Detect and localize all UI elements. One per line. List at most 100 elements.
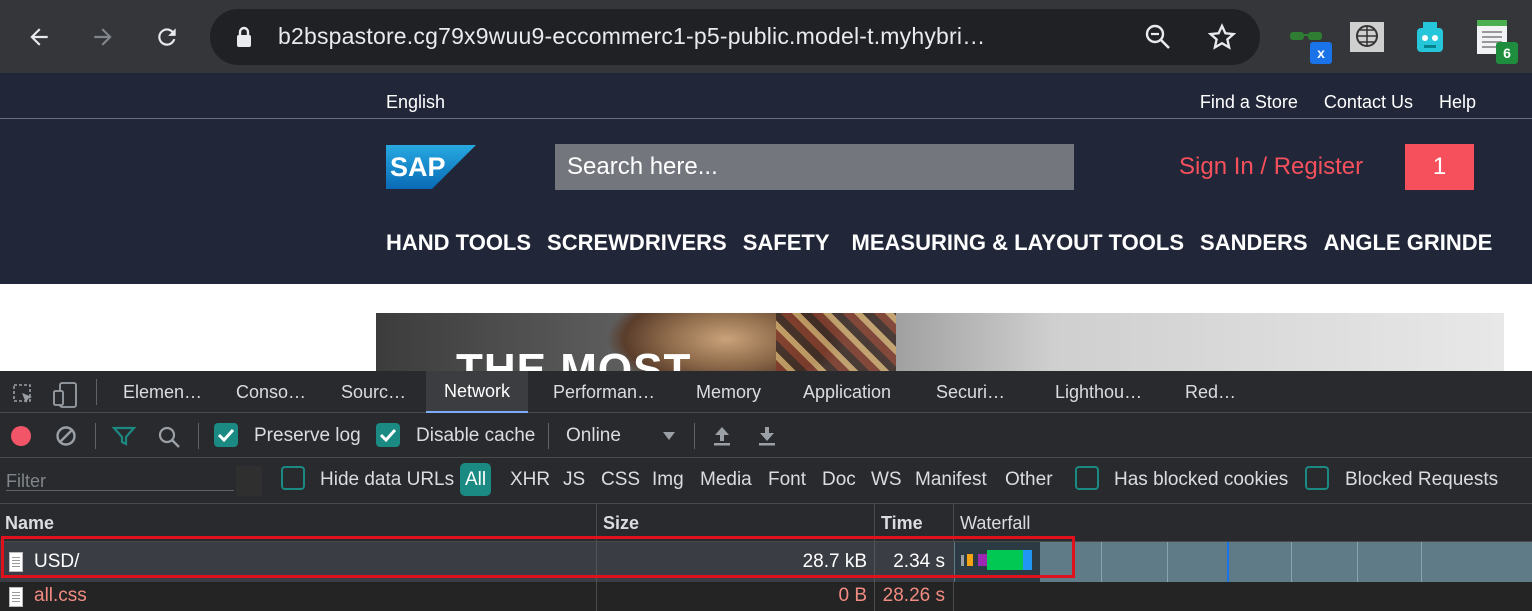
tab-network[interactable]: Network [426,371,529,413]
nav-safety[interactable]: SAFETY [743,230,830,256]
find-store-link[interactable]: Find a Store [1200,92,1298,113]
bookmark-star-icon[interactable] [1208,23,1236,51]
column-name[interactable]: Name [5,513,54,534]
address-bar[interactable]: b2bspastore.cg79x9wuu9-eccommerc1-p5-pub… [210,9,1260,65]
hide-data-urls-label[interactable]: Hide data URLs [320,469,454,491]
clear-icon[interactable] [55,425,77,447]
disable-cache-label[interactable]: Disable cache [416,425,535,447]
tab-sources[interactable]: Sourc… [341,382,406,403]
separator [548,423,549,449]
inspect-element-icon[interactable] [12,383,36,407]
language-selector[interactable]: English [386,92,445,113]
column-divider [596,582,597,611]
checkmark-icon [379,428,397,443]
devtools-tabs: Elemen… Conso… Sourc… Network Performan…… [0,371,1532,413]
column-divider [874,582,875,611]
download-har-icon[interactable] [757,425,777,447]
contact-us-link[interactable]: Contact Us [1324,92,1413,113]
filter-type-manifest[interactable]: Manifest [915,469,987,491]
device-toggle-icon[interactable] [52,381,78,409]
waterfall-gridline [1167,542,1168,582]
separator [694,423,695,449]
forward-button[interactable] [84,18,122,56]
filter-type-xhr[interactable]: XHR [510,469,550,491]
network-toolbar: Preserve log Disable cache Online [0,413,1532,458]
waterfall-gridline [1291,542,1292,582]
back-button[interactable] [20,18,58,56]
filter-type-img[interactable]: Img [652,469,684,491]
site-topbar: English Find a Store Contact Us Help [0,73,1532,119]
filter-type-other[interactable]: Other [1005,469,1053,491]
chevron-down-icon[interactable] [662,431,676,441]
lock-icon [237,26,251,47]
tab-memory[interactable]: Memory [696,382,761,403]
waterfall-gridline [1101,542,1102,582]
tab-redux[interactable]: Red… [1185,382,1236,403]
reload-button[interactable] [148,18,186,56]
hero-banner[interactable]: THE MOST [376,313,1504,371]
tab-lighthouse[interactable]: Lighthou… [1055,382,1142,403]
filter-type-css[interactable]: CSS [601,469,640,491]
category-nav: HAND TOOLS SCREWDRIVERS SAFETY MEASURING… [386,230,1508,256]
reload-icon [158,28,176,46]
filter-input[interactable]: Filter [6,471,234,491]
cart-button[interactable]: 1 [1405,144,1474,190]
search-input[interactable]: Search here... [555,144,1074,190]
throttling-select[interactable]: Online [566,425,621,447]
glasses-extension[interactable]: x [1288,18,1332,64]
search-icon[interactable] [157,425,181,449]
nav-hand-tools[interactable]: HAND TOOLS [386,230,531,256]
filter-type-ws[interactable]: WS [871,469,902,491]
globe-extension[interactable] [1348,18,1388,58]
invert-filter-toggle[interactable] [236,466,262,496]
request-name[interactable]: all.css [34,585,87,607]
column-divider [953,582,954,611]
sign-in-link[interactable]: Sign In / Register [1179,153,1363,181]
arrow-right-icon [94,28,112,46]
separator [198,423,199,449]
tab-elements[interactable]: Elemen… [123,382,202,403]
disable-cache-checkbox[interactable] [376,423,400,447]
preserve-log-label[interactable]: Preserve log [254,425,361,447]
filter-type-doc[interactable]: Doc [822,469,856,491]
tab-application[interactable]: Application [803,382,891,403]
checkmark-icon [217,428,235,443]
help-link[interactable]: Help [1439,92,1476,113]
nav-screwdrivers[interactable]: SCREWDRIVERS [547,230,727,256]
cart-count: 1 [1432,153,1447,180]
request-time: 28.26 s [882,585,945,606]
sap-logo-text: SAP [390,152,446,182]
zoom-icon[interactable] [1144,23,1172,51]
nav-measuring-layout-tools[interactable]: MEASURING & LAYOUT TOOLS [852,230,1184,256]
nav-angle-grinders[interactable]: ANGLE GRINDE [1324,230,1493,256]
upload-har-icon[interactable] [712,425,732,447]
column-waterfall[interactable]: Waterfall [960,513,1030,534]
sap-logo[interactable]: SAP [386,145,476,189]
separator [95,423,96,449]
nav-sanders[interactable]: SANDERS [1200,230,1308,256]
hide-data-urls-checkbox[interactable] [281,466,305,490]
column-size[interactable]: Size [603,513,639,534]
filter-type-font[interactable]: Font [768,469,806,491]
blocked-requests-label[interactable]: Blocked Requests [1345,469,1498,491]
filter-icon[interactable] [112,425,136,447]
tab-security[interactable]: Securi… [936,382,1005,403]
column-time[interactable]: Time [881,513,923,534]
filter-type-media[interactable]: Media [700,469,752,491]
has-blocked-cookies-label[interactable]: Has blocked cookies [1114,469,1288,491]
url-text[interactable]: b2bspastore.cg79x9wuu9-eccommerc1-p5-pub… [278,23,985,50]
preserve-log-checkbox[interactable] [214,423,238,447]
filter-type-js[interactable]: JS [563,469,585,491]
extension-badge: 6 [1496,42,1518,64]
robot-extension[interactable] [1410,18,1450,58]
has-blocked-cookies-checkbox[interactable] [1075,466,1099,490]
blocked-requests-checkbox[interactable] [1305,466,1329,490]
arrow-left-icon [30,28,48,46]
tab-console[interactable]: Conso… [236,382,306,403]
table-row[interactable]: all.css 0 B 28.26 s [0,582,1532,611]
filter-type-all[interactable]: All [460,463,491,496]
record-icon[interactable] [10,425,32,447]
tab-performance[interactable]: Performan… [553,382,655,403]
robot-extension-icon [1417,22,1443,52]
window-extension[interactable]: 6 [1474,18,1518,64]
